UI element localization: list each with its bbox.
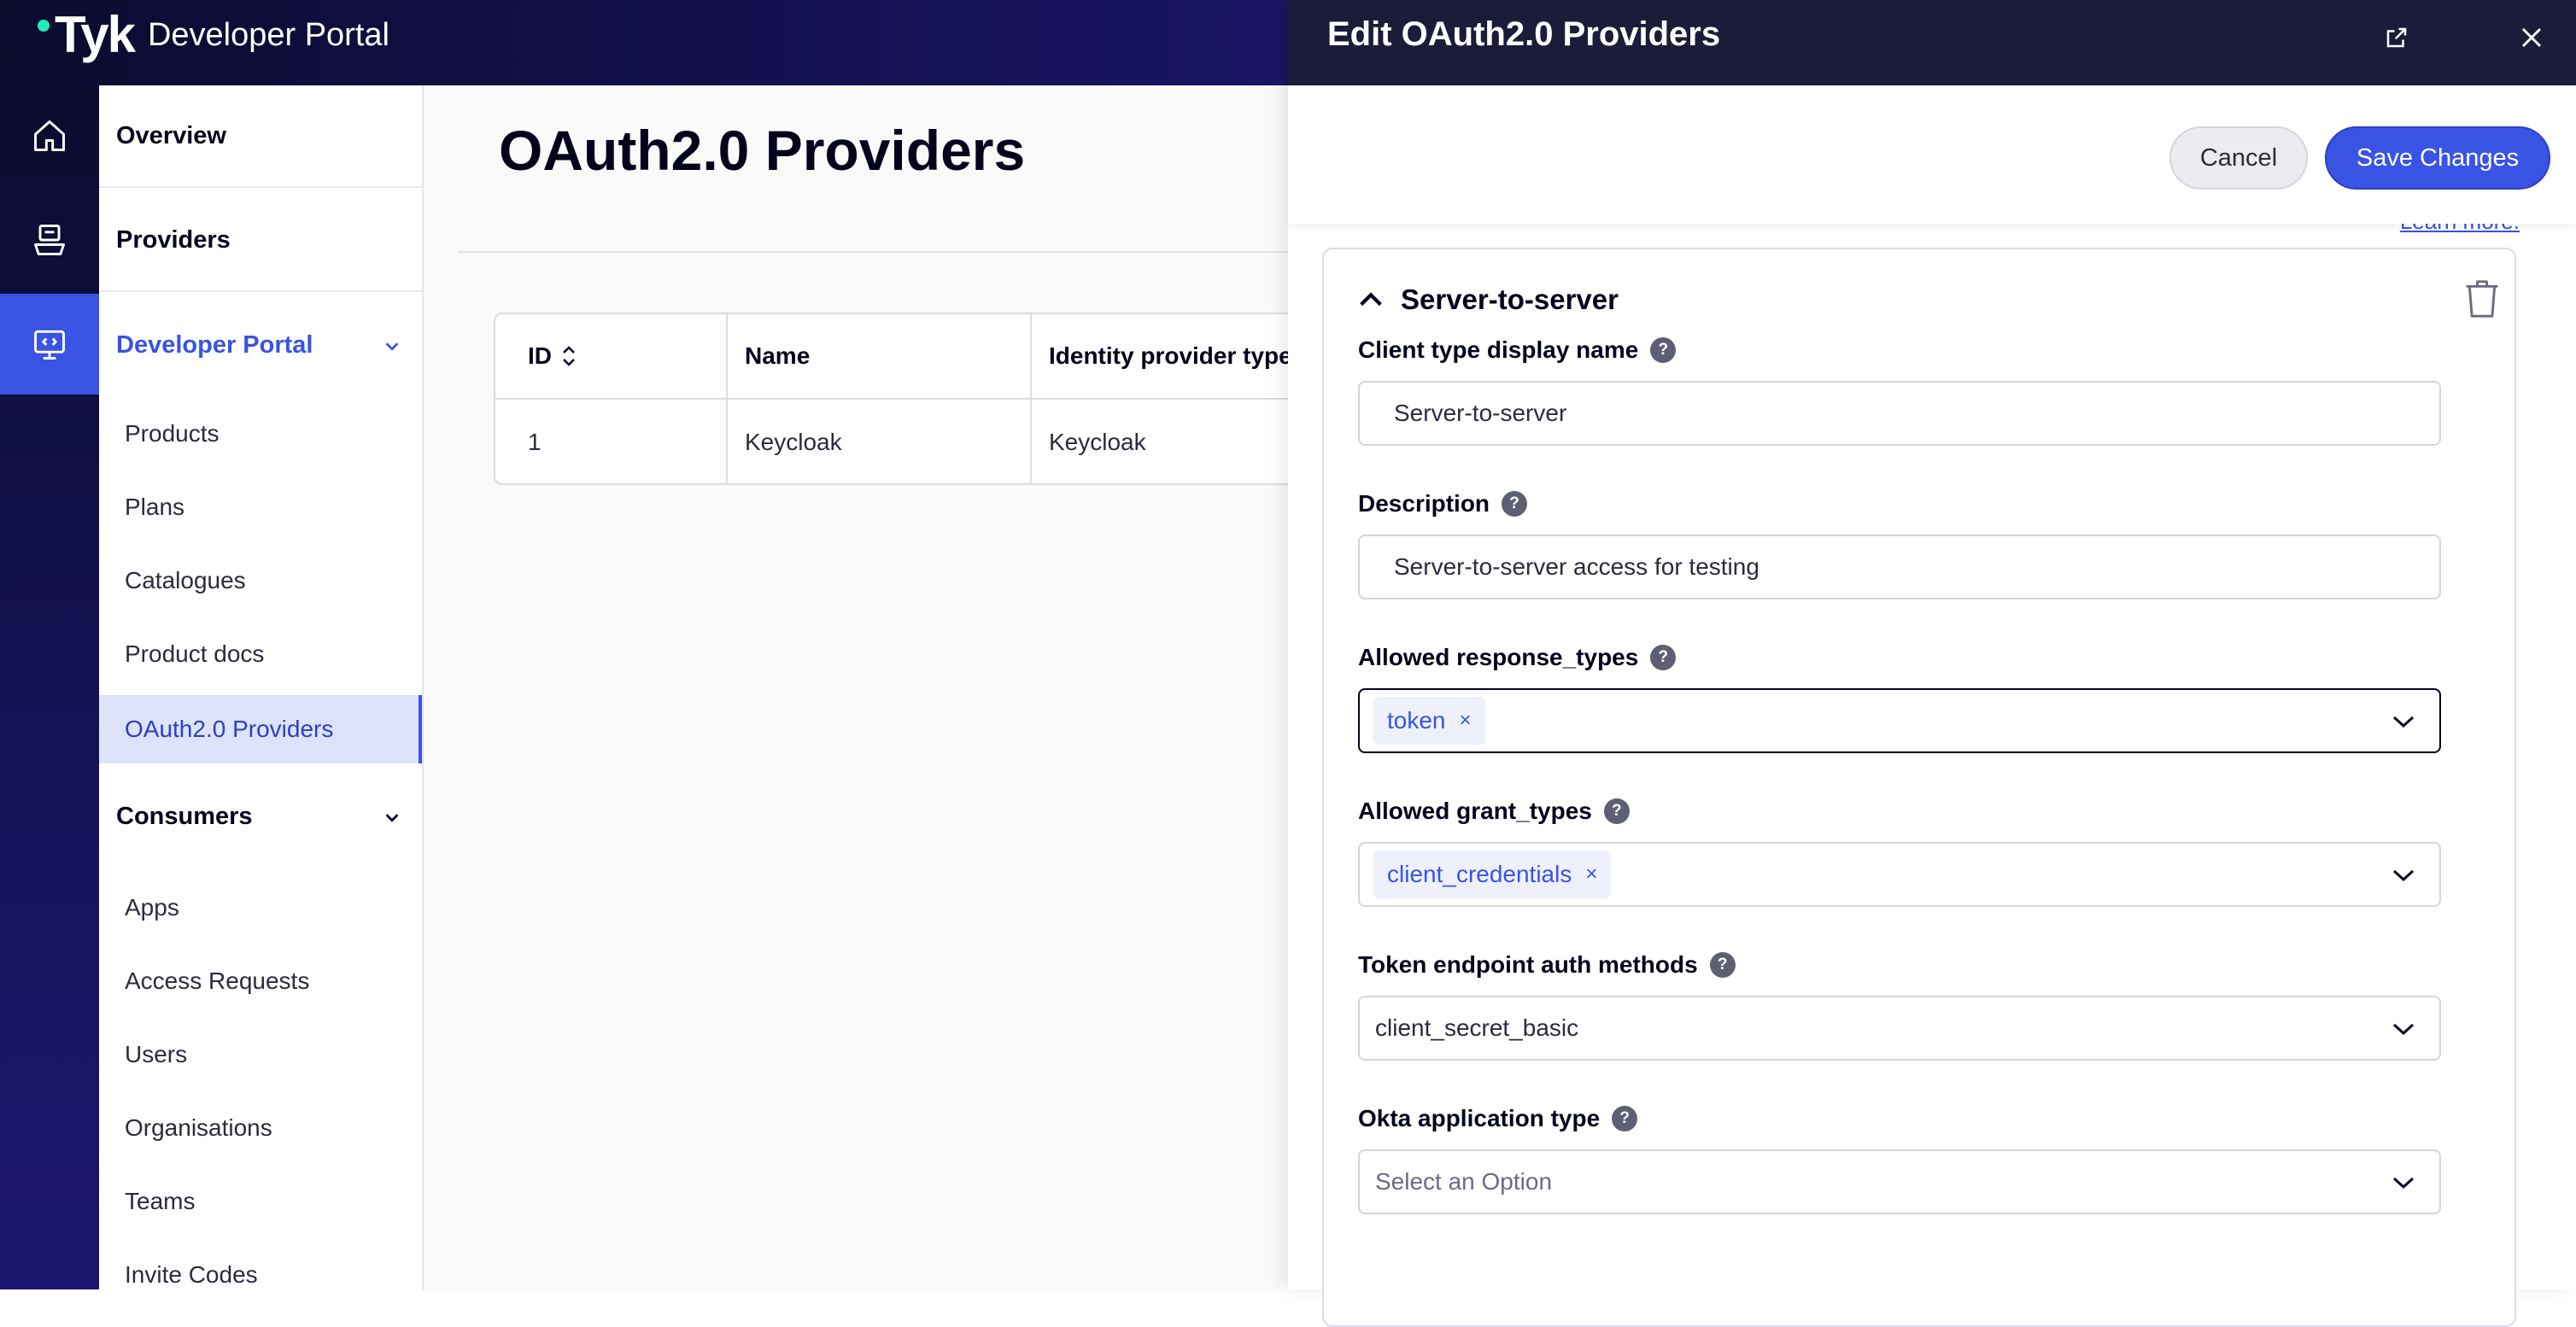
remove-tag-icon[interactable]: × <box>1460 709 1472 733</box>
grant-types-multiselect[interactable]: client_credentials × <box>1358 842 2441 907</box>
sidebar-item-access-requests[interactable]: Access Requests <box>99 947 422 1015</box>
drawer-actions-bar: Cancel Save Changes <box>1288 85 2576 224</box>
sidebar-item-oauth-providers[interactable]: OAuth2.0 Providers <box>99 695 422 763</box>
sidebar-item-invite-codes[interactable]: Invite Codes <box>99 1241 422 1309</box>
sidebar-section-consumers[interactable]: Consumers <box>99 765 422 868</box>
chevron-down-icon[interactable] <box>2392 712 2415 731</box>
cell-name[interactable]: Keycloak <box>728 401 1032 483</box>
close-drawer-button[interactable] <box>2515 20 2549 55</box>
field-label-text: Allowed response_types <box>1358 644 1639 670</box>
developer-portal-icon <box>34 330 65 360</box>
icon-rail <box>0 85 99 1289</box>
rail-home-button[interactable] <box>0 85 99 186</box>
client-type-section-toggle[interactable]: Server-to-server <box>1356 284 1619 316</box>
select-placeholder: Select an Option <box>1375 1168 1553 1195</box>
token-auth-label: Token endpoint auth methods ? <box>1358 951 1736 979</box>
remove-tag-icon[interactable]: × <box>1585 862 1597 886</box>
sidebar-item-catalogues[interactable]: Catalogues <box>99 547 422 615</box>
tag-label: token <box>1387 707 1446 734</box>
drawer-title: Edit OAuth2.0 Providers <box>1327 15 1721 53</box>
chevron-down-icon[interactable] <box>2392 866 2415 885</box>
field-label-text: Token endpoint auth methods <box>1358 951 1698 978</box>
chevron-down-icon[interactable] <box>2392 1020 2415 1038</box>
token-auth-select[interactable]: client_secret_basic <box>1358 996 2441 1061</box>
trash-icon[interactable] <box>2463 278 2501 319</box>
sidebar-item-products[interactable]: Products <box>99 400 422 468</box>
response-types-multiselect[interactable]: token × <box>1358 688 2441 753</box>
divider <box>458 251 1295 253</box>
cell-id: 1 <box>528 429 542 455</box>
grant-types-label: Allowed grant_types ? <box>1358 798 1630 825</box>
column-header-label: ID <box>528 342 552 369</box>
help-icon[interactable]: ? <box>1502 491 1528 517</box>
okta-type-label: Okta application type ? <box>1358 1105 1638 1132</box>
sidebar-section-label: Developer Portal <box>116 330 313 359</box>
sidebar-item-product-docs[interactable]: Product docs <box>99 620 422 688</box>
help-icon[interactable]: ? <box>1603 798 1630 824</box>
page-title: OAuth2.0 Providers <box>499 119 1026 182</box>
client-type-label: Client type display name ? <box>1358 336 1677 364</box>
app-name: Developer Portal <box>147 16 389 53</box>
sidebar-item-overview[interactable]: Overview <box>99 85 422 188</box>
cancel-button[interactable]: Cancel <box>2169 126 2308 190</box>
logo-leaf-icon <box>38 20 50 32</box>
tyk-logo[interactable]: Tyk Developer Portal <box>38 5 389 65</box>
sidebar: Overview Providers Developer Portal Prod… <box>99 85 424 1289</box>
open-external-button[interactable] <box>2380 20 2414 55</box>
drawer-header: Edit OAuth2.0 Providers <box>1288 0 2576 85</box>
sidebar-item-plans[interactable]: Plans <box>99 473 422 541</box>
selected-tag: token × <box>1373 697 1485 745</box>
main-content: OAuth2.0 Providers ID Name Identity prov… <box>424 85 1351 1289</box>
rail-developer-portal-button[interactable] <box>0 294 99 395</box>
help-icon[interactable]: ? <box>1709 952 1736 978</box>
chevron-down-icon <box>385 814 399 822</box>
description-label: Description ? <box>1358 490 1528 517</box>
sidebar-item-users[interactable]: Users <box>99 1020 422 1089</box>
rail-api-button[interactable] <box>0 190 99 290</box>
select-value: client_secret_basic <box>1375 1014 1579 1041</box>
field-label-text: Description <box>1358 490 1490 517</box>
column-header-name: Name <box>728 314 1032 400</box>
sidebar-section-developer-portal[interactable]: Developer Portal <box>99 294 422 396</box>
response-types-label: Allowed response_types ? <box>1358 644 1677 671</box>
field-label-text: Allowed grant_types <box>1358 798 1592 824</box>
chevron-down-icon <box>385 342 399 351</box>
help-icon[interactable]: ? <box>1650 337 1677 363</box>
input-value: Server-to-server <box>1394 400 1567 426</box>
field-label-text: Okta application type <box>1358 1105 1601 1131</box>
help-icon[interactable]: ? <box>1612 1106 1638 1131</box>
sidebar-item-providers[interactable]: Providers <box>99 190 422 292</box>
sidebar-item-apps[interactable]: Apps <box>99 874 422 942</box>
sidebar-section-label: Consumers <box>116 802 253 830</box>
logo-wordmark: Tyk <box>55 6 136 63</box>
sort-icon[interactable] <box>560 344 577 368</box>
okta-type-select[interactable]: Select an Option <box>1358 1149 2441 1214</box>
tag-label: client_credentials <box>1387 861 1572 887</box>
edit-drawer: Edit OAuth2.0 Providers Cancel Save Chan… <box>1288 0 2576 1327</box>
sidebar-item-teams[interactable]: Teams <box>99 1167 422 1236</box>
save-changes-button[interactable]: Save Changes <box>2325 126 2550 190</box>
close-icon <box>2521 27 2542 48</box>
sidebar-item-organisations[interactable]: Organisations <box>99 1094 422 1162</box>
description-input[interactable]: Server-to-server access for testing <box>1358 535 2441 599</box>
providers-table: ID Name Identity provider type 1 Keycloa… <box>494 313 1351 485</box>
column-header-id[interactable]: ID <box>495 314 728 400</box>
input-value: Server-to-server access for testing <box>1394 553 1759 580</box>
external-link-icon <box>2386 27 2407 48</box>
selected-tag: client_credentials × <box>1373 851 1612 898</box>
chevron-up-icon <box>1360 292 1382 307</box>
section-title: Server-to-server <box>1401 284 1619 315</box>
api-box-icon <box>34 225 65 255</box>
chevron-down-icon[interactable] <box>2392 1173 2415 1192</box>
home-icon <box>34 120 65 151</box>
client-type-input[interactable]: Server-to-server <box>1358 381 2441 446</box>
field-label-text: Client type display name <box>1358 336 1639 363</box>
help-icon[interactable]: ? <box>1650 645 1677 670</box>
